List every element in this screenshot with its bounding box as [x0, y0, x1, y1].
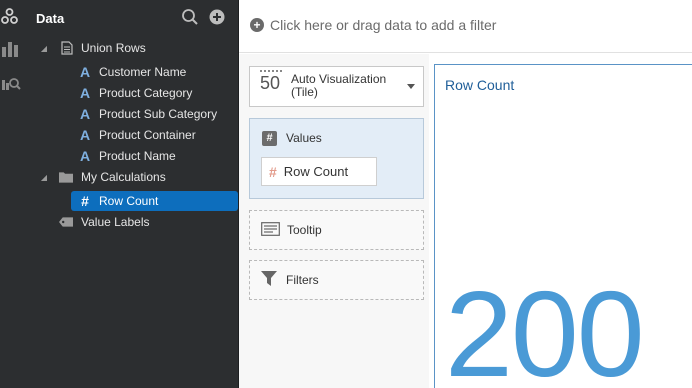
- pill-label: Row Count: [283, 164, 349, 179]
- tag-icon: [59, 212, 73, 232]
- attribute-icon: A: [79, 148, 91, 164]
- tooltip-drop-zone[interactable]: Tooltip: [249, 210, 424, 250]
- tree-item-label: Product Name: [99, 149, 176, 163]
- grammar-panel: 50 Auto Visualization (Tile) # Values # …: [239, 54, 429, 388]
- panel-title: Data: [36, 11, 65, 26]
- analytics-icon[interactable]: [0, 71, 22, 97]
- tile-visualization[interactable]: Row Count 200: [434, 64, 692, 388]
- tree-item-label: My Calculations: [81, 170, 166, 184]
- document-icon: [60, 38, 74, 58]
- add-data-icon[interactable]: [207, 7, 227, 27]
- filter-bar[interactable]: + Click here or drag data to add a filte…: [239, 0, 692, 53]
- tree-item-label: Union Rows: [81, 41, 146, 55]
- tree-item-customer-name[interactable]: A Customer Name: [22, 62, 238, 82]
- tree-item-product-name[interactable]: A Product Name: [22, 146, 238, 166]
- tree-item-label: Product Category: [99, 86, 193, 100]
- visualization-type-select[interactable]: 50 Auto Visualization (Tile): [249, 66, 424, 107]
- attribute-icon: A: [79, 106, 91, 122]
- tree-item-label: Value Labels: [81, 215, 150, 229]
- data-graph-icon[interactable]: [0, 3, 22, 29]
- chevron-down-icon[interactable]: [407, 84, 415, 89]
- values-label: Values: [286, 131, 322, 145]
- filter-prompt[interactable]: Click here or drag data to add a filter: [270, 17, 496, 33]
- tree-item-union-rows[interactable]: ◢ Union Rows: [22, 38, 238, 58]
- tree-item-label: Product Container: [99, 128, 196, 142]
- tree-item-my-calculations[interactable]: ◢ My Calculations: [22, 167, 238, 187]
- folder-icon: [59, 167, 73, 187]
- search-icon[interactable]: [180, 7, 200, 27]
- visualization-type-label: Auto Visualization (Tile): [291, 72, 387, 99]
- filters-drop-zone[interactable]: Filters: [249, 260, 424, 300]
- tree-item-label: Row Count: [99, 194, 159, 208]
- values-hash-icon: #: [262, 130, 277, 146]
- filters-label: Filters: [286, 273, 319, 287]
- tree-item-product-category[interactable]: A Product Category: [22, 83, 238, 103]
- collapse-caret-icon[interactable]: ◢: [39, 167, 49, 187]
- tree-item-product-sub-category[interactable]: A Product Sub Category: [22, 104, 238, 124]
- visualizations-icon[interactable]: [0, 36, 22, 62]
- tree-item-label: Customer Name: [99, 65, 187, 79]
- measure-hash-icon: #: [81, 193, 89, 209]
- attribute-icon: A: [79, 85, 91, 101]
- add-filter-icon[interactable]: +: [250, 18, 264, 32]
- tile-value: 200: [445, 266, 645, 388]
- attribute-icon: A: [79, 127, 91, 143]
- tile-viz-icon: 50: [260, 70, 282, 94]
- tree-item-product-container[interactable]: A Product Container: [22, 125, 238, 145]
- values-drop-zone[interactable]: # Values # Row Count: [249, 118, 424, 199]
- row-count-pill[interactable]: # Row Count: [261, 157, 377, 186]
- tree-item-row-count[interactable]: # Row Count: [71, 191, 238, 211]
- icon-rail: [0, 0, 22, 388]
- data-panel: Data ◢ Union Rows A Customer Name A Prod…: [22, 0, 238, 388]
- attribute-icon: A: [79, 64, 91, 80]
- visualization-title: Row Count: [445, 77, 515, 93]
- measure-hash-icon: #: [269, 163, 277, 180]
- collapse-caret-icon[interactable]: ◢: [39, 38, 49, 58]
- tooltip-label: Tooltip: [287, 223, 322, 237]
- tooltip-icon: [261, 221, 280, 239]
- funnel-icon: [261, 271, 277, 289]
- tree-item-label: Product Sub Category: [99, 107, 218, 121]
- tree-item-value-labels[interactable]: Value Labels: [22, 212, 238, 232]
